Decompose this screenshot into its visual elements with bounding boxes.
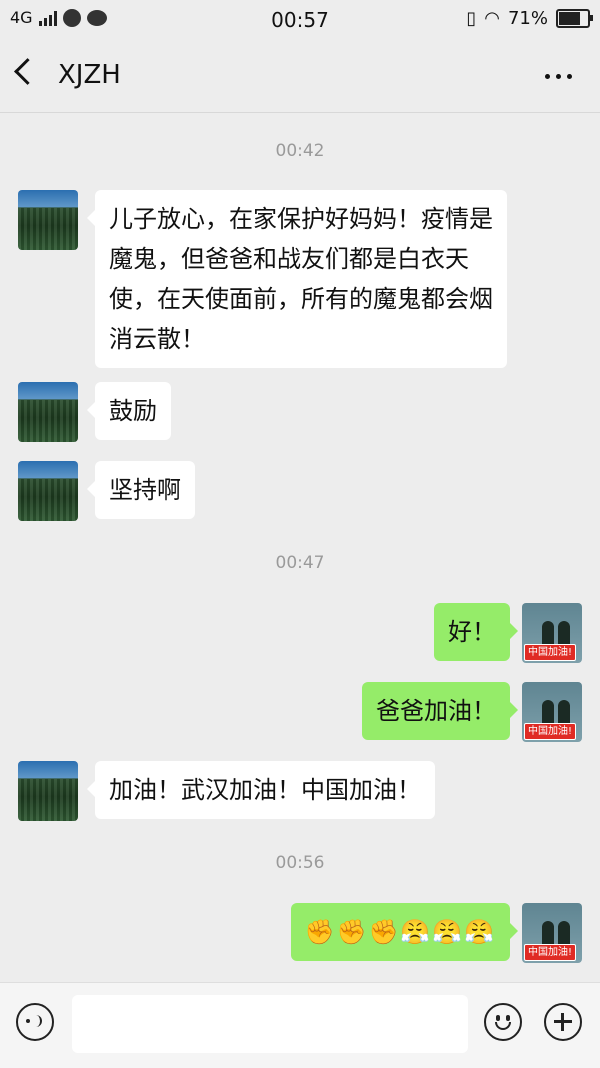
timestamp: 00:47: [275, 553, 325, 573]
more-options-icon[interactable]: [545, 74, 572, 79]
message-bubble[interactable]: 儿子放心，在家保护好妈妈！疫情是魔鬼，但爸爸和战友们都是白衣天使，在天使面前，所…: [87, 190, 507, 368]
contact-avatar[interactable]: [18, 382, 78, 442]
my-message-bubble[interactable]: 好！: [434, 603, 518, 661]
status-right: ▯ ◠ 71%: [466, 8, 593, 29]
message-bubble[interactable]: 鼓励: [87, 382, 171, 440]
my-message-bubble[interactable]: 爸爸加油！: [362, 682, 518, 740]
contact-avatar[interactable]: [18, 461, 78, 521]
timestamp: 00:56: [275, 853, 325, 873]
emoji-icon[interactable]: [484, 1003, 522, 1041]
battery-percent: 71%: [507, 8, 548, 29]
battery-icon: [556, 9, 593, 28]
message-bubble[interactable]: 加油！武汉加油！中国加油！: [87, 761, 435, 819]
back-arrow-icon[interactable]: [14, 58, 41, 85]
avatar-badge: 中国加油!: [524, 723, 577, 740]
input-bar: [0, 982, 600, 1068]
timestamp: 00:42: [275, 141, 325, 161]
wifi-icon: ◠: [484, 8, 500, 29]
status-bar: 4G 00:57 ▯ ◠ 71%: [0, 0, 600, 40]
avatar-badge: 中国加油!: [524, 644, 577, 661]
vibrate-icon: ▯: [466, 8, 477, 29]
my-avatar[interactable]: 中国加油!: [522, 603, 582, 663]
chat-title: XJZH: [58, 60, 121, 90]
contact-avatar[interactable]: [18, 761, 78, 821]
contact-avatar[interactable]: [18, 190, 78, 250]
my-avatar[interactable]: 中国加油!: [522, 682, 582, 742]
my-message-bubble[interactable]: ✊✊✊😤😤😤: [290, 903, 519, 961]
message-bubble[interactable]: 坚持啊: [87, 461, 195, 519]
add-attachment-icon[interactable]: [544, 1003, 582, 1041]
my-avatar[interactable]: 中国加油!: [522, 903, 582, 963]
avatar-badge: 中国加油!: [524, 944, 577, 961]
message-input[interactable]: [72, 995, 468, 1053]
voice-input-icon[interactable]: [16, 1003, 54, 1041]
chat-header: XJZH: [0, 40, 600, 113]
